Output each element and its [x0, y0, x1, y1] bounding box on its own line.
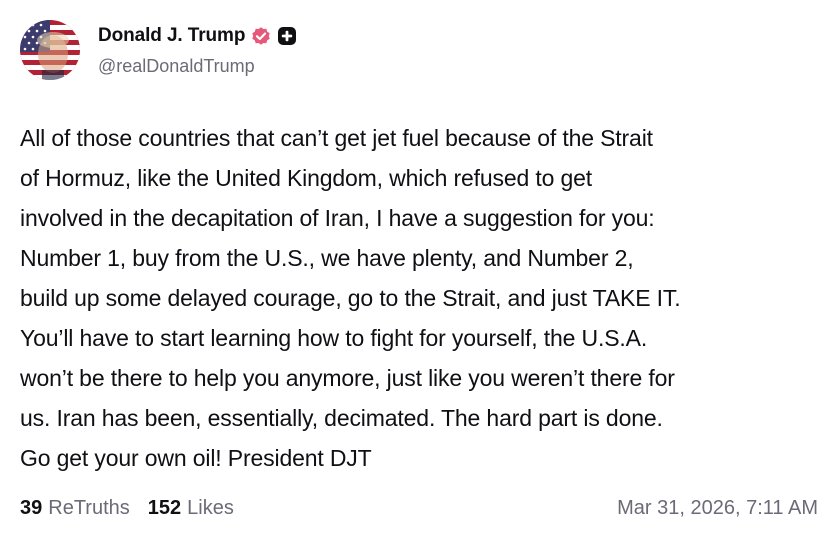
retruths-stat[interactable]: 39 ReTruths [20, 497, 130, 520]
post-timestamp[interactable]: Mar 31, 2026, 7:11 AM [617, 497, 818, 520]
retruths-label: ReTruths [48, 496, 130, 519]
plus-badge-icon [277, 26, 297, 46]
name-row: Donald J. Trump [98, 24, 297, 48]
verified-badge-icon [250, 25, 272, 47]
avatar[interactable] [20, 20, 80, 80]
likes-label: Likes [187, 496, 234, 519]
post-body-text: All of those countries that can’t get je… [20, 125, 681, 471]
post-footer: 39 ReTruths 152 Likes Mar 31, 2026, 7:11… [20, 493, 818, 523]
author-info: Donald J. Trump @realDonaldTrump [98, 24, 297, 77]
likes-count: 152 [147, 496, 182, 519]
author-handle[interactable]: @realDonaldTrump [98, 56, 297, 77]
post-card: Donald J. Trump @realDonaldTrump All of … [0, 0, 840, 544]
author-display-name[interactable]: Donald J. Trump [98, 25, 245, 47]
post-header: Donald J. Trump @realDonaldTrump [20, 20, 297, 80]
retruths-count: 39 [20, 496, 43, 519]
post-stats: 39 ReTruths 152 Likes [20, 497, 252, 520]
likes-stat[interactable]: 152 Likes [148, 497, 234, 520]
avatar-flag-portrait-icon [20, 20, 80, 80]
